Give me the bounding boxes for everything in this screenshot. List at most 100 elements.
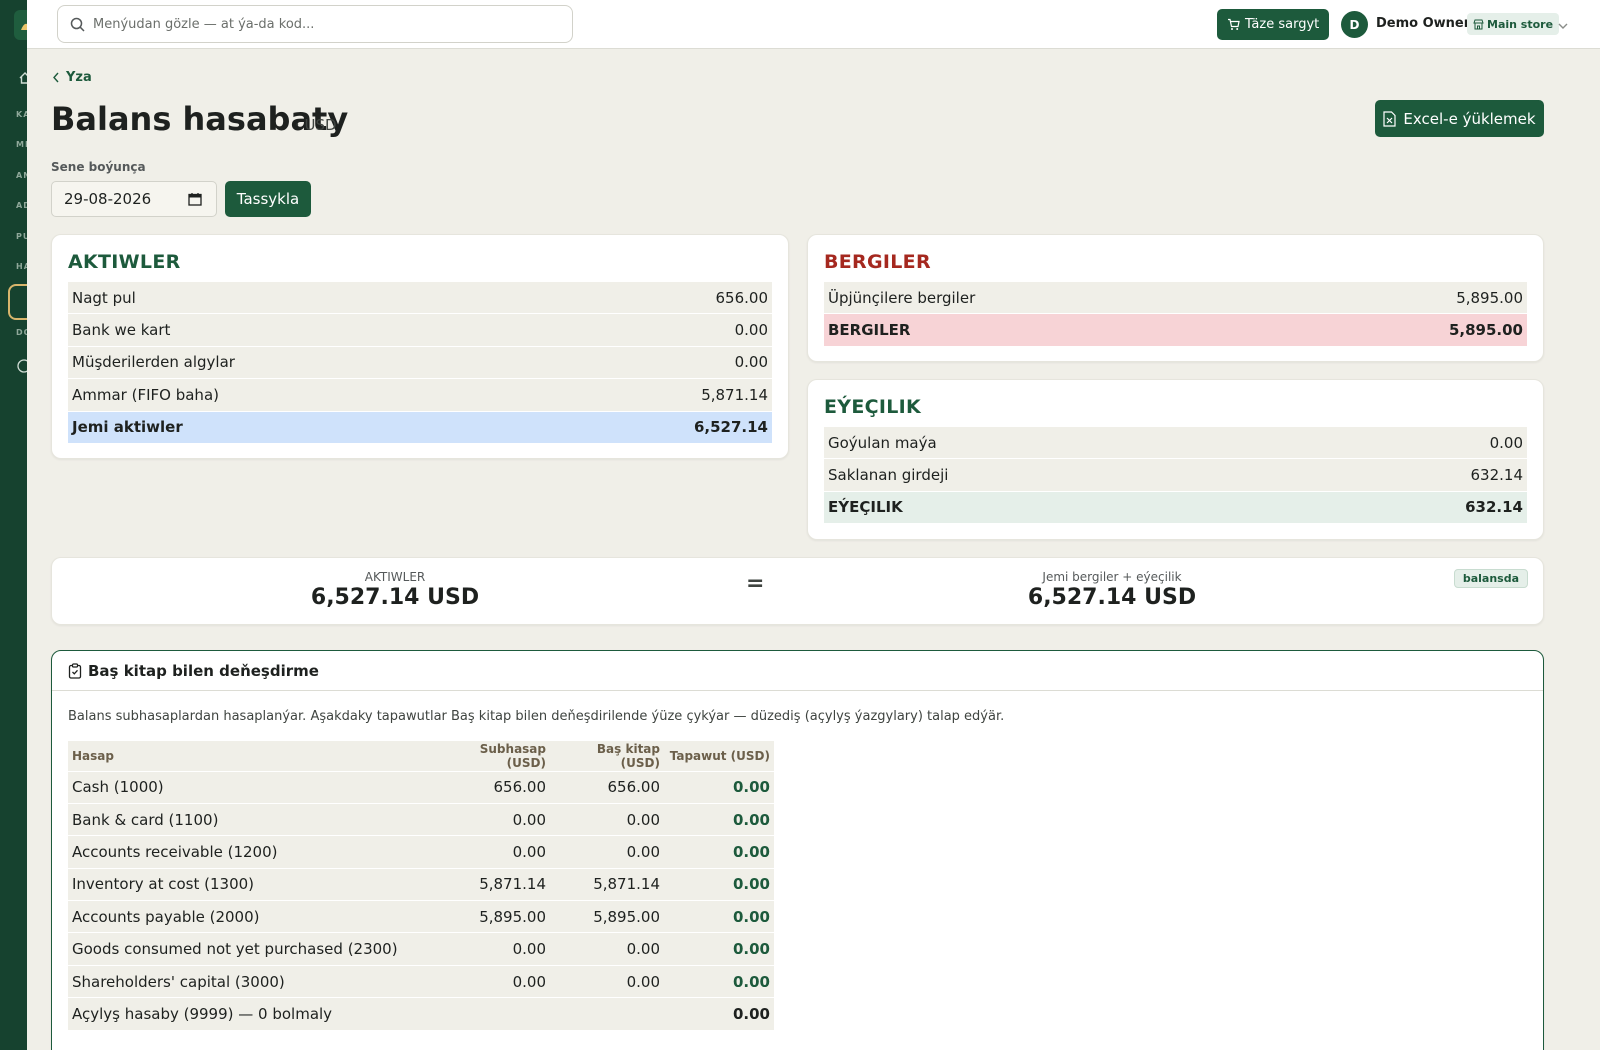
ledger-description: Balans subhasaplardan hasaplanýar. Aşakd… <box>68 709 1005 724</box>
total-value: 6,527.14 <box>693 418 768 437</box>
sidebar-section-7[interactable]: DO <box>16 328 27 337</box>
account-cell: Accounts receivable (1200) <box>68 835 438 869</box>
equity-row: Saklanan girdeji 632.14 <box>824 459 1527 492</box>
table-row: Shareholders' capital (3000) 0.00 0.00 0… <box>68 964 774 998</box>
sidebar-section-6[interactable]: HA <box>16 262 27 271</box>
general-ledger-cell: 0.00 <box>550 835 664 869</box>
balance-equation: AKTIWLER 6,527.14 USD = Jemi bergiler + … <box>51 557 1544 625</box>
column-header: Hasap <box>68 741 438 771</box>
date-value: 29-08-2026 <box>64 190 152 208</box>
ledger-title: Baş kitap bilen deňeşdirme <box>88 661 319 680</box>
row-label: Üpjünçilere bergiler <box>828 288 976 307</box>
calendar-icon[interactable] <box>188 192 202 206</box>
new-sale-button[interactable]: Täze sargyt <box>1217 9 1330 40</box>
column-header: Tapawut (USD) <box>664 741 774 771</box>
column-header: Subhasap (USD) <box>438 741 550 771</box>
row-value: 632.14 <box>1470 466 1524 485</box>
search-input[interactable] <box>93 16 533 32</box>
difference-cell: 0.00 <box>664 802 774 836</box>
total-label: EÝEÇILIK <box>828 498 903 517</box>
store-selector[interactable]: Main store <box>1467 13 1560 35</box>
assets-card: AKTIWLER Nagt pul 656.00 Bank we kart 0.00… <box>51 234 789 459</box>
account-cell: Inventory at cost (1300) <box>68 867 438 901</box>
assets-row: Ammar (FIFO baha) 5,871.14 <box>68 379 772 412</box>
account-cell: Açylyş hasaby (9999) — 0 bolmaly <box>68 997 438 1031</box>
sidebar-active-item[interactable] <box>8 284 27 320</box>
subaccount-cell: 656.00 <box>438 770 550 804</box>
equity-card: EÝEÇILIK Goýulan maýa 0.00 Saklanan girde… <box>807 379 1544 540</box>
assets-row: Nagt pul 656.00 <box>68 282 772 315</box>
sidebar-section-4[interactable]: AD <box>16 201 27 210</box>
search-icon <box>70 17 85 32</box>
equity-rows: Goýulan maýa 0.00 Saklanan girdeji 632.14 … <box>824 427 1527 525</box>
date-input[interactable]: 29-08-2026 <box>51 181 217 217</box>
row-value: 0.00 <box>1489 433 1523 452</box>
equals-sign: = <box>746 571 765 596</box>
row-label: Bank we kart <box>72 321 171 340</box>
clipboard-check-icon <box>68 662 82 679</box>
general-ledger-cell <box>550 997 664 1031</box>
sidebar-section-5[interactable]: PU <box>16 232 27 241</box>
row-value: 656.00 <box>715 288 769 307</box>
home-icon[interactable] <box>18 70 27 89</box>
ledger-header: Baş kitap bilen deňeşdirme <box>52 651 1543 691</box>
store-icon <box>1473 19 1484 29</box>
assets-row: Müşderilerden algylar 0.00 <box>68 346 772 380</box>
search-box[interactable] <box>57 5 573 43</box>
table-row: Goods consumed not yet purchased (2300) … <box>68 932 774 966</box>
subaccount-cell <box>438 997 550 1031</box>
sidebar-section-1[interactable]: KA <box>16 110 27 119</box>
row-value: 5,871.14 <box>701 385 768 404</box>
sidebar-section-2[interactable]: ME <box>16 140 27 149</box>
row-label: Goýulan maýa <box>828 433 937 452</box>
general-ledger-cell: 5,895.00 <box>550 900 664 933</box>
total-value: 632.14 <box>1465 498 1523 517</box>
table-row: Accounts payable (2000) 5,895.00 5,895.0… <box>68 900 774 933</box>
sidebar-section-3[interactable]: AN <box>16 171 27 180</box>
equation-right-value: 6,527.14 USD <box>1027 585 1197 610</box>
new-sale-label: Täze sargyt <box>1245 17 1320 32</box>
export-excel-button[interactable]: Excel-e ýüklemek <box>1375 100 1544 137</box>
ledger-table: Hasap Subhasap (USD) Baş kitap (USD) Tap… <box>68 741 774 1031</box>
status-badge: balansda <box>1453 569 1528 588</box>
cart-icon <box>1228 18 1240 30</box>
chevron-down-icon[interactable] <box>1557 17 1569 36</box>
back-link[interactable]: Yza <box>52 70 92 85</box>
date-label: Sene boýunça <box>51 160 146 174</box>
liabilities-title: BERGILER <box>824 251 931 273</box>
total-label: BERGILER <box>828 321 911 340</box>
table-row: Accounts receivable (1200) 0.00 0.00 0.0… <box>68 835 774 869</box>
assets-total-row: Jemi aktiwler 6,527.14 <box>68 411 772 444</box>
subaccount-cell: 0.00 <box>438 802 550 836</box>
subaccount-cell: 5,871.14 <box>438 867 550 901</box>
ledger-comparison-card: Baş kitap bilen deňeşdirme Balans subhas… <box>51 650 1544 1050</box>
row-label: Nagt pul <box>72 288 136 307</box>
store-label: Main store <box>1487 17 1554 31</box>
equation-assets: AKTIWLER 6,527.14 USD <box>270 570 520 610</box>
subaccount-cell: 0.00 <box>438 964 550 998</box>
help-icon[interactable] <box>17 358 27 377</box>
equity-title: EÝEÇILIK <box>824 396 922 418</box>
row-value: 0.00 <box>734 321 768 340</box>
sidebar: KA ME AN AD PU HA DO <box>0 0 27 1050</box>
account-cell: Bank & card (1100) <box>68 802 438 836</box>
general-ledger-cell: 0.00 <box>550 964 664 998</box>
page-currency: · USD <box>295 116 337 134</box>
confirm-button[interactable]: Tassykla <box>225 181 311 217</box>
excel-file-icon <box>1383 110 1397 127</box>
total-value: 5,895.00 <box>1448 321 1523 340</box>
user-name[interactable]: Demo Owner <box>1376 16 1470 31</box>
app-logo[interactable] <box>14 10 27 40</box>
avatar[interactable]: D <box>1341 11 1368 38</box>
difference-cell: 0.00 <box>664 770 774 804</box>
table-row: Inventory at cost (1300) 5,871.14 5,871.… <box>68 867 774 901</box>
row-value: 0.00 <box>734 353 768 372</box>
logo-icon <box>21 23 27 30</box>
account-cell: Goods consumed not yet purchased (2300) <box>68 932 438 966</box>
table-row: Bank & card (1100) 0.00 0.00 0.00 <box>68 802 774 836</box>
assets-rows: Nagt pul 656.00 Bank we kart 0.00 Müşderil… <box>68 282 772 444</box>
account-cell: Shareholders' capital (3000) <box>68 964 438 998</box>
liabilities-rows: Üpjünçilere bergiler 5,895.00 BERGILER 5,8… <box>824 282 1527 347</box>
general-ledger-cell: 0.00 <box>550 802 664 836</box>
table-header-row: Hasap Subhasap (USD) Baş kitap (USD) Tap… <box>68 741 774 771</box>
